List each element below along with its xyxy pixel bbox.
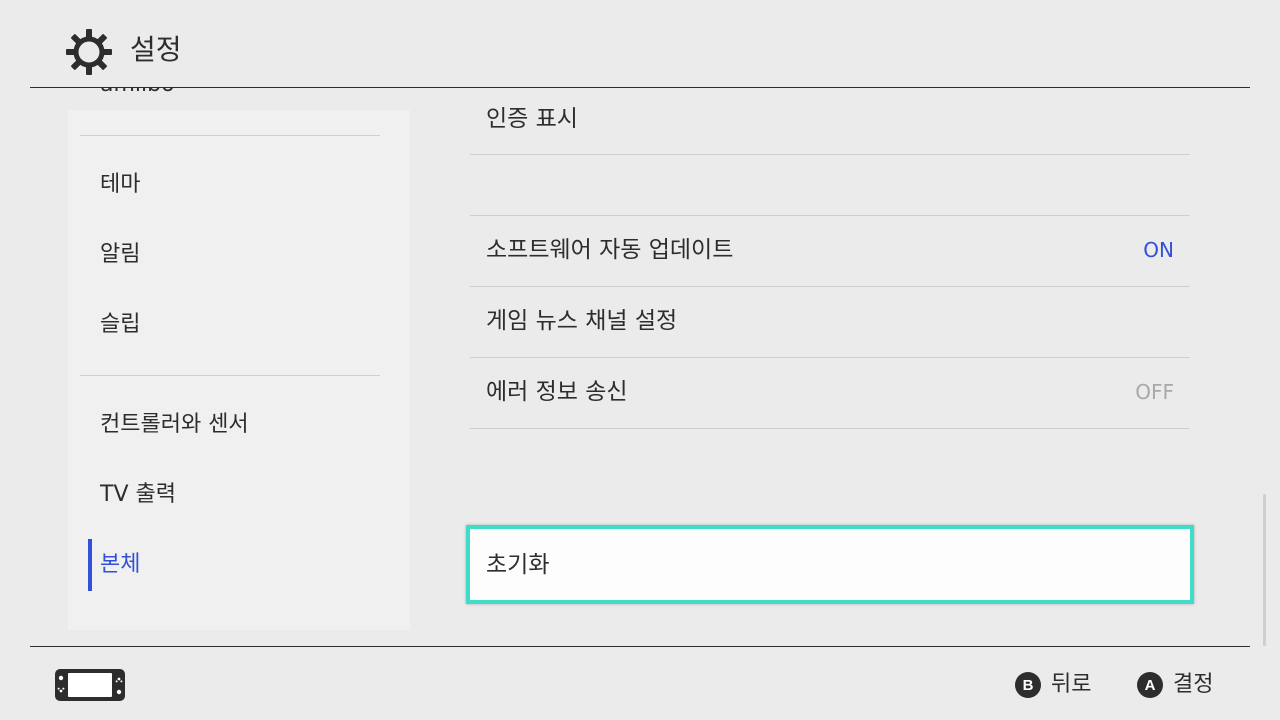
gear-icon [66,29,112,75]
sidebar-item-sleep[interactable]: 슬립 [100,310,140,340]
setting-label: 소프트웨어 자동 업데이트 [486,237,734,263]
confirm-label: 결정 [1173,672,1214,697]
row-divider [470,154,1190,155]
page-title: 설정 [130,33,182,66]
reset-label: 초기화 [486,552,550,578]
setting-label: 인증 표시 [486,106,578,132]
setting-row-news-channels[interactable]: 게임 뉴스 채널 설정 [470,287,1190,357]
sidebar-item-tv-output[interactable]: TV 출력 [100,480,176,510]
sidebar-divider [80,135,380,136]
sidebar-item-controllers[interactable]: 컨트롤러와 센서 [100,410,249,440]
console-icon [55,669,125,701]
sidebar-divider [80,375,380,376]
confirm-button[interactable]: A 결정 [1137,668,1213,702]
row-divider [470,428,1190,429]
reset-button[interactable]: 초기화 [466,525,1194,604]
a-button-icon: A [1137,672,1163,698]
settings-content: amiibo 테마 알림 슬립 컨트롤러와 센서 TV 출력 본체 인증 표시 … [0,88,1280,646]
scrollbar[interactable] [1263,494,1266,646]
b-button-icon: B [1015,672,1041,698]
setting-label: 에러 정보 송신 [486,379,628,405]
sidebar-item-theme[interactable]: 테마 [100,170,140,200]
sidebar-item-system[interactable]: 본체 [100,550,140,580]
setting-row-certification[interactable]: 인증 표시 [470,88,1190,155]
header: 설정 [0,0,1280,88]
back-label: 뒤로 [1051,672,1092,697]
back-button[interactable]: B 뒤로 [1015,668,1091,702]
setting-row-error-report[interactable]: 에러 정보 송신 OFF [470,358,1190,428]
setting-value-on: ON [1143,238,1174,262]
setting-label: 게임 뉴스 채널 설정 [486,308,678,334]
setting-row-auto-update[interactable]: 소프트웨어 자동 업데이트 ON [470,216,1190,286]
sidebar-item-amiibo[interactable]: amiibo [100,88,175,100]
sidebar-item-notifications[interactable]: 알림 [100,240,140,270]
setting-value-off: OFF [1135,380,1174,404]
footer-divider [30,646,1250,647]
active-indicator [88,539,92,591]
